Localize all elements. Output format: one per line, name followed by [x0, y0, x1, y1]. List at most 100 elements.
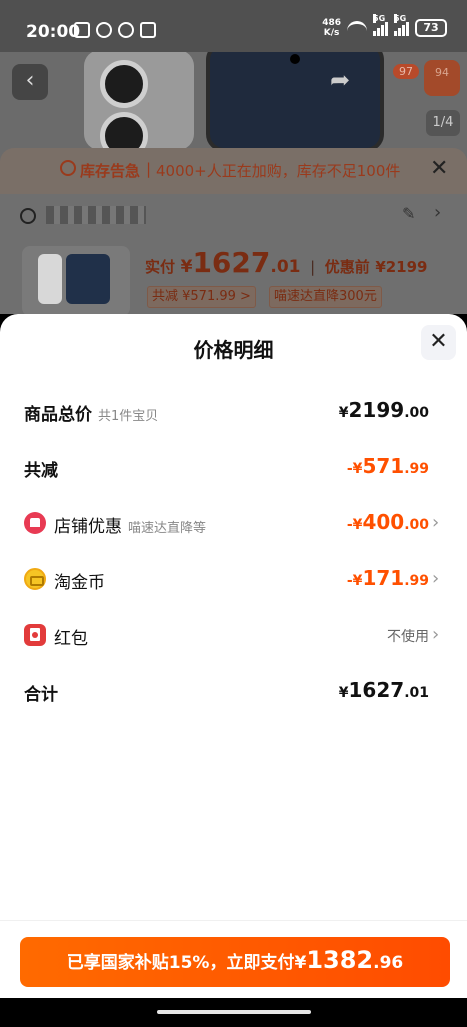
nfc-icon: [74, 22, 90, 38]
chevron-right-icon: ›: [432, 568, 440, 589]
status-time: 20:00: [26, 22, 81, 42]
row-amount-sym: ¥: [338, 405, 349, 421]
cart-badge: 97: [393, 64, 419, 79]
back-button[interactable]: ‹: [12, 64, 48, 100]
row-amount-int: 400: [362, 510, 405, 534]
battery-icon: 73: [415, 19, 447, 37]
alarm-icon: [96, 22, 112, 38]
more-button[interactable]: 94: [424, 60, 460, 96]
sheet-title: 价格明细: [193, 338, 274, 362]
row-amount-dec: .01: [404, 685, 429, 701]
row-amount-sym: -¥: [346, 573, 363, 589]
pay-button-text: 已享国家补贴15%，立即支付: [66, 953, 295, 973]
currency-symbol: ¥: [180, 257, 193, 277]
row-label-text: 店铺优惠: [54, 517, 122, 537]
product-summary: 实付 ¥1627.01 | 优惠前 ¥2199 共减 ¥571.99 > 喵速达…: [0, 240, 467, 314]
camera-lens: [100, 60, 148, 108]
row-amount-int: 2199: [348, 398, 405, 422]
row-amount-dec: .00: [404, 405, 429, 421]
price-separator: |: [310, 258, 316, 276]
edit-icon[interactable]: ✎: [402, 204, 415, 223]
status-right: 486 K/s 5G 5G 73: [322, 14, 447, 38]
signal-icon: 5G: [394, 14, 409, 36]
row-amount: ¥2199.00: [339, 398, 429, 422]
row-amount-int: 1627: [348, 678, 405, 702]
chevron-right-icon: ›: [432, 512, 440, 533]
paid-price-int: 1627: [192, 246, 271, 279]
promo-tag: 喵速达直降300元: [269, 286, 382, 308]
close-icon: ✕: [429, 329, 448, 354]
stock-alert-separator: |: [146, 160, 152, 178]
store-discount-row[interactable]: 店铺优惠 喵速达直降等 -¥400.00 ›: [0, 506, 467, 542]
row-amount-dec: .99: [404, 573, 429, 589]
row-amount-dec: .00: [404, 517, 429, 533]
pay-now-button[interactable]: 已享国家补贴15%，立即支付¥1382.96: [20, 937, 450, 987]
row-label: 共减: [24, 461, 58, 481]
grand-total-row: 合计 ¥1627.01: [0, 674, 467, 710]
coin-icon: [24, 568, 46, 590]
close-icon[interactable]: ✕: [430, 156, 448, 181]
vibrate-icon: [140, 22, 156, 38]
row-amount: ¥1627.01: [339, 678, 429, 702]
network-speed-unit: K/s: [323, 28, 340, 38]
product-hero-front: [206, 52, 384, 152]
home-indicator[interactable]: [157, 1010, 311, 1014]
original-price: ¥2199: [375, 258, 428, 276]
row-sub: 喵速达直降等: [128, 521, 207, 536]
pay-button-sym: ¥: [294, 953, 307, 973]
row-amount-sym: -¥: [346, 461, 363, 477]
product-page-background: ‹ ➦ 97 94 1/4 库存告急 | 4000+人正在加购，库存不足100件…: [0, 52, 467, 314]
red-packet-icon: [24, 624, 46, 646]
status-notification-icons: [74, 22, 156, 38]
image-page-indicator: 1/4: [426, 110, 460, 136]
pay-button-dec: .96: [373, 953, 404, 973]
headphones-icon: [118, 22, 134, 38]
stock-alert-banner: 库存告急 | 4000+人正在加购，库存不足100件 ✕: [0, 148, 467, 194]
wifi-icon: [347, 21, 367, 35]
stock-alert-title: 库存告急: [80, 162, 141, 180]
paid-price-dec: .01: [270, 257, 301, 277]
row-label: 淘金币: [54, 573, 105, 593]
row-label-text: 商品总价: [24, 405, 92, 425]
discount-tag[interactable]: 共减 ¥571.99 >: [147, 286, 256, 308]
pay-bar: 已享国家补贴15%，立即支付¥1382.96: [0, 920, 467, 998]
row-label: 红包: [54, 629, 88, 649]
red-packet-row[interactable]: 红包 不使用 ›: [0, 618, 467, 654]
front-camera: [290, 54, 300, 64]
share-icon[interactable]: ➦: [330, 66, 350, 94]
row-amount-int: 171: [362, 566, 405, 590]
original-label: 优惠前: [324, 258, 370, 276]
row-amount: -¥400.00: [347, 510, 429, 534]
chevron-right-icon: ›: [432, 624, 440, 645]
row-amount-int: 571: [362, 454, 405, 478]
stock-alert-text: 4000+人正在加购，库存不足100件: [156, 162, 401, 180]
close-button[interactable]: ✕: [421, 325, 456, 360]
chevron-right-icon: ›: [434, 202, 442, 223]
signal-icon: 5G: [373, 14, 388, 36]
red-packet-value: 不使用: [387, 629, 429, 645]
location-pin-icon: [20, 208, 36, 224]
row-amount-sym: -¥: [346, 517, 363, 533]
product-price: 实付 ¥1627.01 | 优惠前 ¥2199: [145, 246, 428, 279]
status-bar: 20:00 486 K/s 5G 5G 73: [0, 0, 467, 52]
price-detail-sheet: 价格明细 ✕ 商品总价 共1件宝贝 ¥2199.00 共减 -¥571.99 店铺…: [0, 314, 467, 998]
alarm-clock-icon: [60, 160, 76, 176]
network-speed: 486 K/s: [322, 18, 341, 38]
row-label: 合计: [24, 685, 58, 705]
row-amount-sym: ¥: [338, 685, 349, 701]
row-amount-dec: .99: [404, 461, 429, 477]
pay-button-int: 1382: [306, 946, 374, 974]
paid-label: 实付: [145, 258, 176, 276]
row-label: 店铺优惠 喵速达直降等: [54, 512, 206, 537]
row-amount: -¥171.99: [347, 566, 429, 590]
navigation-bar: [0, 998, 467, 1027]
store-icon: [24, 512, 46, 534]
row-label: 商品总价 共1件宝贝: [24, 400, 158, 425]
address-row[interactable]: ✎ ›: [0, 194, 467, 240]
address-redacted: [46, 206, 146, 224]
row-amount: -¥571.99: [347, 454, 429, 478]
product-thumbnail-back: [38, 254, 62, 304]
coin-discount-row[interactable]: 淘金币 -¥171.99 ›: [0, 562, 467, 598]
signal-label: 5G: [394, 14, 407, 23]
row-sub: 共1件宝贝: [98, 409, 159, 424]
